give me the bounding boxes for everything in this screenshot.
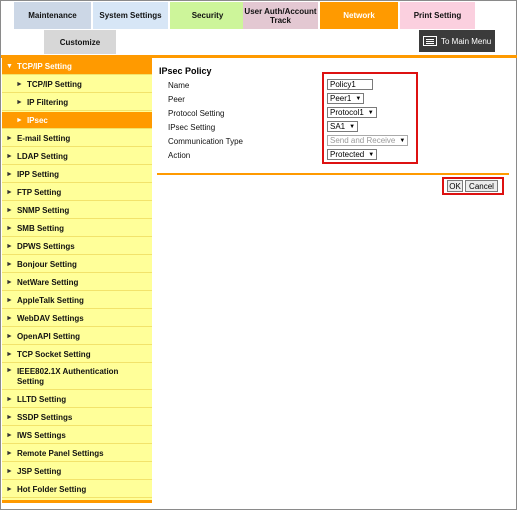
sidebar-bottom-divider xyxy=(2,500,152,503)
sidebar-item-lltd-setting[interactable]: ► LLTD Setting xyxy=(2,391,152,408)
sidebar: ▼ TCP/IP Setting ► TCP/IP Setting ► IP Filt… xyxy=(2,58,152,503)
tab-user-auth-account-track[interactable]: User Auth/Account Track xyxy=(243,2,318,29)
triangle-right-icon: ► xyxy=(6,170,13,178)
sidebar-item-tcp-ip-setting[interactable]: ► TCP/IP Setting xyxy=(2,76,152,93)
triangle-right-icon: ► xyxy=(6,395,13,403)
communication-type-label: Communication Type xyxy=(168,137,243,146)
triangle-right-icon: ► xyxy=(6,188,13,196)
triangle-right-icon: ► xyxy=(6,296,13,304)
sidebar-item-ipsec[interactable]: ► IPsec xyxy=(2,112,152,129)
triangle-right-icon: ► xyxy=(16,80,23,88)
name-label: Name xyxy=(168,81,190,90)
sidebar-item-ipp-setting[interactable]: ► IPP Setting xyxy=(2,166,152,183)
sidebar-item-hot-folder-setting[interactable]: ► Hot Folder Setting xyxy=(2,481,152,498)
sidebar-item-ip-filtering[interactable]: ► IP Filtering xyxy=(2,94,152,111)
triangle-right-icon: ► xyxy=(6,467,13,475)
triangle-down-icon: ▼ xyxy=(6,62,13,70)
sidebar-item-ftp-setting[interactable]: ► FTP Setting xyxy=(2,184,152,201)
browser-frame: Maintenance System Settings Security Use… xyxy=(0,0,517,510)
peer-label: Peer xyxy=(168,95,185,104)
action-label: Action xyxy=(168,151,191,160)
cancel-button[interactable]: Cancel xyxy=(465,180,498,192)
triangle-right-icon: ► xyxy=(6,278,13,286)
sidebar-item-smb-setting[interactable]: ► SMB Setting xyxy=(2,220,152,237)
sidebar-item-openapi-setting[interactable]: ► OpenAPI Setting xyxy=(2,328,152,345)
tab-system-settings[interactable]: System Settings xyxy=(93,2,168,29)
triangle-right-icon: ► xyxy=(6,367,13,374)
triangle-right-icon: ► xyxy=(6,134,13,142)
menu-icon xyxy=(423,36,437,46)
triangle-right-icon: ► xyxy=(6,332,13,340)
ok-button[interactable]: OK xyxy=(447,180,463,192)
triangle-right-icon: ► xyxy=(6,242,13,250)
triangle-right-icon: ► xyxy=(6,206,13,214)
triangle-right-icon: ► xyxy=(6,449,13,457)
sidebar-item-snmp-setting[interactable]: ► SNMP Setting xyxy=(2,202,152,219)
to-main-menu-label: To Main Menu xyxy=(441,36,492,46)
sidebar-item-jsp-setting[interactable]: ► JSP Setting xyxy=(2,463,152,480)
content-divider xyxy=(157,173,509,175)
tab-print-setting[interactable]: Print Setting xyxy=(400,2,475,29)
sidebar-item-webdav-settings[interactable]: ► WebDAV Settings xyxy=(2,310,152,327)
triangle-right-icon: ► xyxy=(6,431,13,439)
sidebar-item-iws-settings[interactable]: ► IWS Settings xyxy=(2,427,152,444)
sidebar-item-bonjour-setting[interactable]: ► Bonjour Setting xyxy=(2,256,152,273)
tab-customize[interactable]: Customize xyxy=(44,30,116,54)
triangle-right-icon: ► xyxy=(16,116,23,124)
sidebar-item-netware-setting[interactable]: ► NetWare Setting xyxy=(2,274,152,291)
tab-maintenance[interactable]: Maintenance xyxy=(14,2,91,29)
sidebar-item-tcp-socket-setting[interactable]: ► TCP Socket Setting xyxy=(2,346,152,363)
triangle-right-icon: ► xyxy=(6,485,13,493)
to-main-menu-button[interactable]: To Main Menu xyxy=(419,30,495,52)
highlight-box-fields xyxy=(322,72,418,164)
triangle-right-icon: ► xyxy=(6,260,13,268)
ipsec-setting-label: IPsec Setting xyxy=(168,123,216,132)
sidebar-item-remote-panel-settings[interactable]: ► Remote Panel Settings xyxy=(2,445,152,462)
triangle-right-icon: ► xyxy=(16,98,23,106)
protocol-setting-label: Protocol Setting xyxy=(168,109,225,118)
sidebar-item-ssdp-settings[interactable]: ► SSDP Settings xyxy=(2,409,152,426)
sidebar-item-tcp-ip-setting-group[interactable]: ▼ TCP/IP Setting xyxy=(2,58,152,75)
triangle-right-icon: ► xyxy=(6,413,13,421)
triangle-right-icon: ► xyxy=(6,152,13,160)
sidebar-item-email-setting[interactable]: ► E-mail Setting xyxy=(2,130,152,147)
triangle-right-icon: ► xyxy=(6,350,13,358)
sidebar-item-ldap-setting[interactable]: ► LDAP Setting xyxy=(2,148,152,165)
page-title: IPsec Policy xyxy=(159,66,212,76)
sidebar-item-dpws-settings[interactable]: ► DPWS Settings xyxy=(2,238,152,255)
tab-security[interactable]: Security xyxy=(170,2,245,29)
triangle-right-icon: ► xyxy=(6,314,13,322)
sidebar-item-ieee8021x-authentication-setting[interactable]: ► IEEE802.1X Authentication Setting xyxy=(2,364,152,390)
tab-network[interactable]: Network xyxy=(320,2,398,29)
triangle-right-icon: ► xyxy=(6,224,13,232)
sidebar-item-appletalk-setting[interactable]: ► AppleTalk Setting xyxy=(2,292,152,309)
